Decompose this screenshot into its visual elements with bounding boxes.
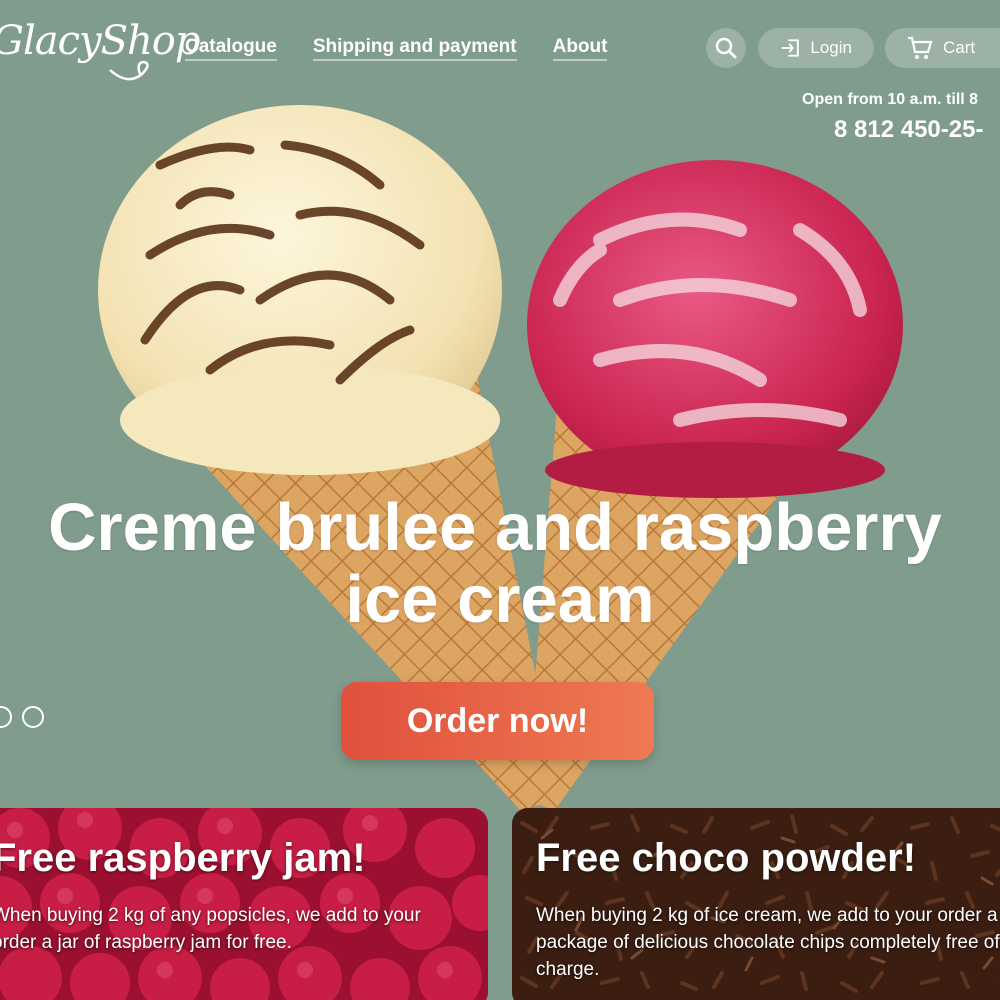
slider-pagination bbox=[0, 706, 44, 728]
slider-dot[interactable] bbox=[22, 706, 44, 728]
login-button[interactable]: Login bbox=[758, 28, 874, 68]
promo-text: When buying 2 kg of ice cream, we add to… bbox=[536, 905, 1000, 980]
opening-hours: Open from 10 a.m. till 8 bbox=[802, 91, 979, 108]
logo[interactable]: GlacyShop bbox=[0, 18, 200, 64]
logo-swirl-icon bbox=[109, 60, 149, 81]
login-icon bbox=[781, 39, 799, 57]
hero-title: Creme brulee and raspberry ice cream bbox=[0, 492, 1000, 636]
hero-title-line-1: Creme brulee and raspberry bbox=[48, 490, 942, 565]
page: GlacyShop Catalogue Shipping and payment… bbox=[0, 0, 1000, 1000]
cart-label: Cart bbox=[943, 38, 976, 57]
nav-item-shipping-and-payment[interactable]: Shipping and payment bbox=[312, 36, 517, 61]
search-icon bbox=[715, 37, 737, 59]
main-nav: Catalogue Shipping and payment About bbox=[185, 36, 608, 61]
promo-card-choco-powder[interactable]: Free choco powder! When buying 2 kg of i… bbox=[512, 808, 1000, 1000]
phone-number[interactable]: 8 812 450-25- bbox=[834, 116, 983, 144]
promo-text: When buying 2 kg of any popsicles, we ad… bbox=[0, 905, 421, 953]
cart-icon bbox=[908, 36, 933, 59]
slider-dot[interactable] bbox=[0, 706, 12, 728]
order-now-button[interactable]: Order now! bbox=[341, 682, 654, 760]
promo-title: Free raspberry jam! bbox=[0, 836, 366, 880]
promo-card-raspberry-jam[interactable]: Free raspberry jam! When buying 2 kg of … bbox=[0, 808, 488, 1000]
cart-button[interactable]: Cart bbox=[885, 28, 1000, 68]
hero-title-line-2: ice cream bbox=[345, 562, 655, 637]
nav-item-about[interactable]: About bbox=[552, 36, 608, 61]
nav-item-catalogue[interactable]: Catalogue bbox=[185, 36, 277, 61]
promo-title: Free choco powder! bbox=[536, 836, 917, 880]
search-button[interactable] bbox=[706, 28, 746, 68]
login-label: Login bbox=[810, 38, 852, 57]
